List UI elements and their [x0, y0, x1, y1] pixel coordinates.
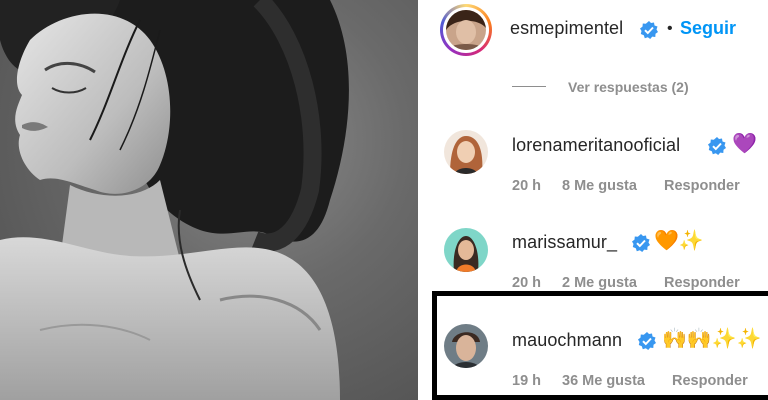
verified-badge-icon — [638, 332, 656, 350]
header-separator: • — [667, 20, 673, 37]
commenter-avatar[interactable] — [444, 228, 488, 272]
comment-time: 19 h — [512, 373, 542, 389]
post-photo — [0, 0, 418, 400]
comment-text: 🙌🙌✨✨ — [662, 328, 762, 350]
comment-text: 🧡✨ — [654, 230, 704, 252]
replies-thread-line — [512, 86, 546, 87]
reply-button[interactable]: Responder — [672, 373, 748, 389]
view-replies-link[interactable]: Ver respuestas (2) — [568, 79, 689, 95]
commenter-avatar[interactable] — [444, 130, 488, 174]
story-ring[interactable] — [440, 4, 492, 56]
follow-button[interactable]: Seguir — [680, 18, 736, 39]
comment-username[interactable]: mauochmann — [512, 330, 622, 351]
comment-likes[interactable]: 2 Me gusta — [562, 275, 637, 291]
commenter-avatar[interactable] — [444, 324, 488, 368]
comment-text: 💜 — [732, 133, 757, 155]
author-username[interactable]: esmepimentel — [510, 18, 623, 39]
post-header: esmepimentel • Seguir — [418, 0, 768, 64]
author-avatar[interactable] — [446, 10, 486, 50]
comment-time: 20 h — [512, 275, 542, 291]
comment-likes[interactable]: 36 Me gusta — [562, 373, 645, 389]
portrait-photo-image — [0, 0, 349, 400]
comments-panel: esmepimentel • Seguir Ver respuestas (2)… — [418, 0, 768, 400]
verified-badge-icon — [632, 234, 650, 252]
verified-badge-icon — [708, 137, 726, 155]
comment-username[interactable]: lorenameritanooficial — [512, 135, 680, 156]
verified-badge-icon — [640, 21, 658, 39]
reply-button[interactable]: Responder — [664, 275, 740, 291]
comment-username[interactable]: marissamur_ — [512, 232, 617, 253]
comment-likes[interactable]: 8 Me gusta — [562, 178, 637, 194]
reply-button[interactable]: Responder — [664, 178, 740, 194]
comment-time: 20 h — [512, 178, 542, 194]
